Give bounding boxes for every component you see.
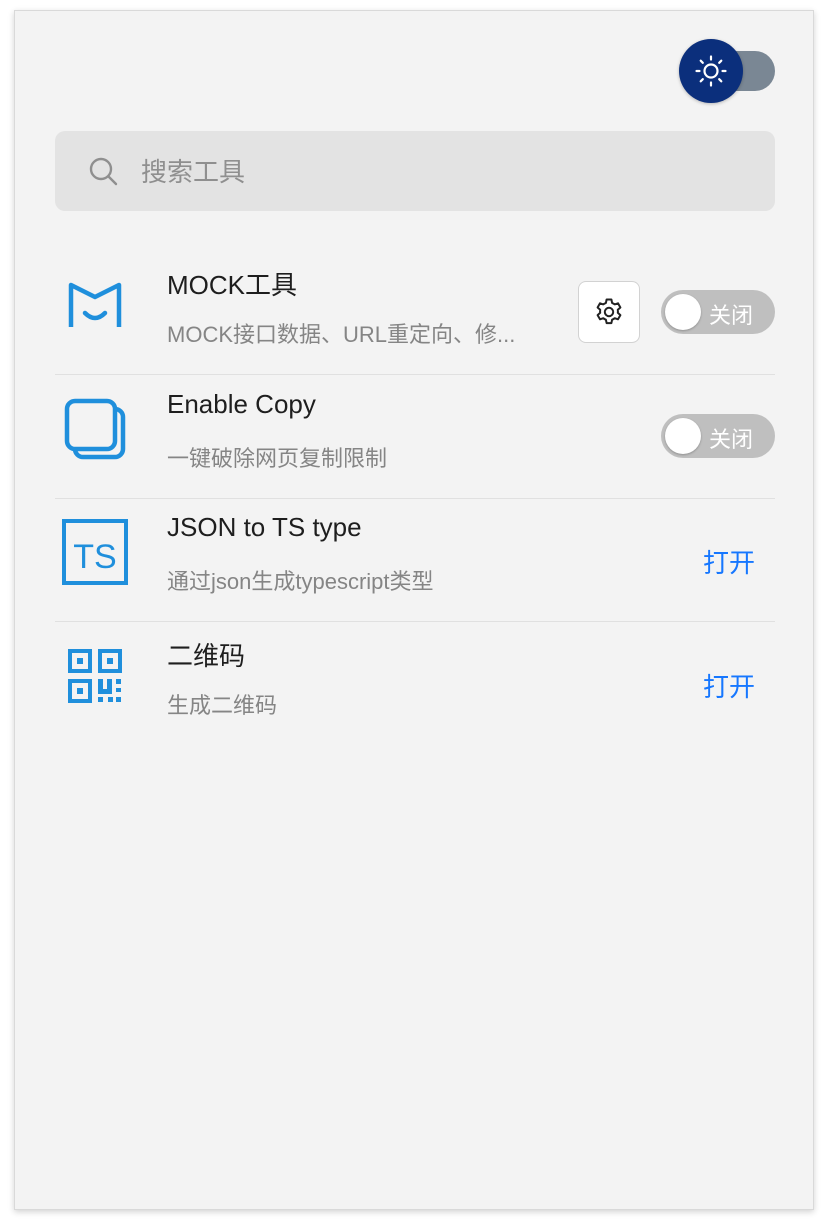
switch-knob [665,294,701,330]
ts-icon: TS [62,519,128,585]
qr-code-icon [68,649,122,703]
mock-icon [68,282,122,327]
tool-description: 生成二维码 [167,693,278,718]
tool-title: MOCK工具 [167,270,298,300]
switch-label: 关闭 [709,427,754,452]
tool-description: 通过json生成typescript类型 [167,569,434,594]
popup-panel: MOCK工具 MOCK接口数据、URL重定向、修... 关闭 Enable Co… [14,10,814,1210]
open-button[interactable]: 打开 [703,543,755,580]
enable-switch[interactable]: 关闭 [661,290,775,334]
tool-title: Enable Copy [167,389,316,419]
tool-description: 一键破除网页复制限制 [167,446,388,471]
tool-item-json-to-ts: TS JSON to TS type 通过json生成typescript类型 … [55,498,775,622]
tool-title: 二维码 [167,641,246,671]
switch-label: 关闭 [709,303,754,328]
sun-icon [695,55,727,87]
gear-icon [596,298,622,325]
open-button[interactable]: 打开 [703,667,755,704]
settings-button[interactable] [578,281,640,343]
svg-text:TS: TS [73,538,116,576]
tool-item-mock: MOCK工具 MOCK接口数据、URL重定向、修... 关闭 [55,251,775,375]
tool-description: MOCK接口数据、URL重定向、修... [167,322,516,347]
tool-item-qr-code: 二维码 生成二维码 打开 [55,622,775,746]
tool-title: JSON to TS type [167,512,362,542]
copy-icon [64,398,126,460]
search-input[interactable] [139,147,743,197]
theme-toggle[interactable] [679,39,775,103]
switch-knob [665,418,701,454]
enable-switch[interactable]: 关闭 [661,414,775,458]
search-bar [55,131,775,211]
tool-item-enable-copy: Enable Copy 一键破除网页复制限制 关闭 [55,375,775,499]
search-icon [89,157,118,186]
theme-toggle-knob [679,39,743,103]
